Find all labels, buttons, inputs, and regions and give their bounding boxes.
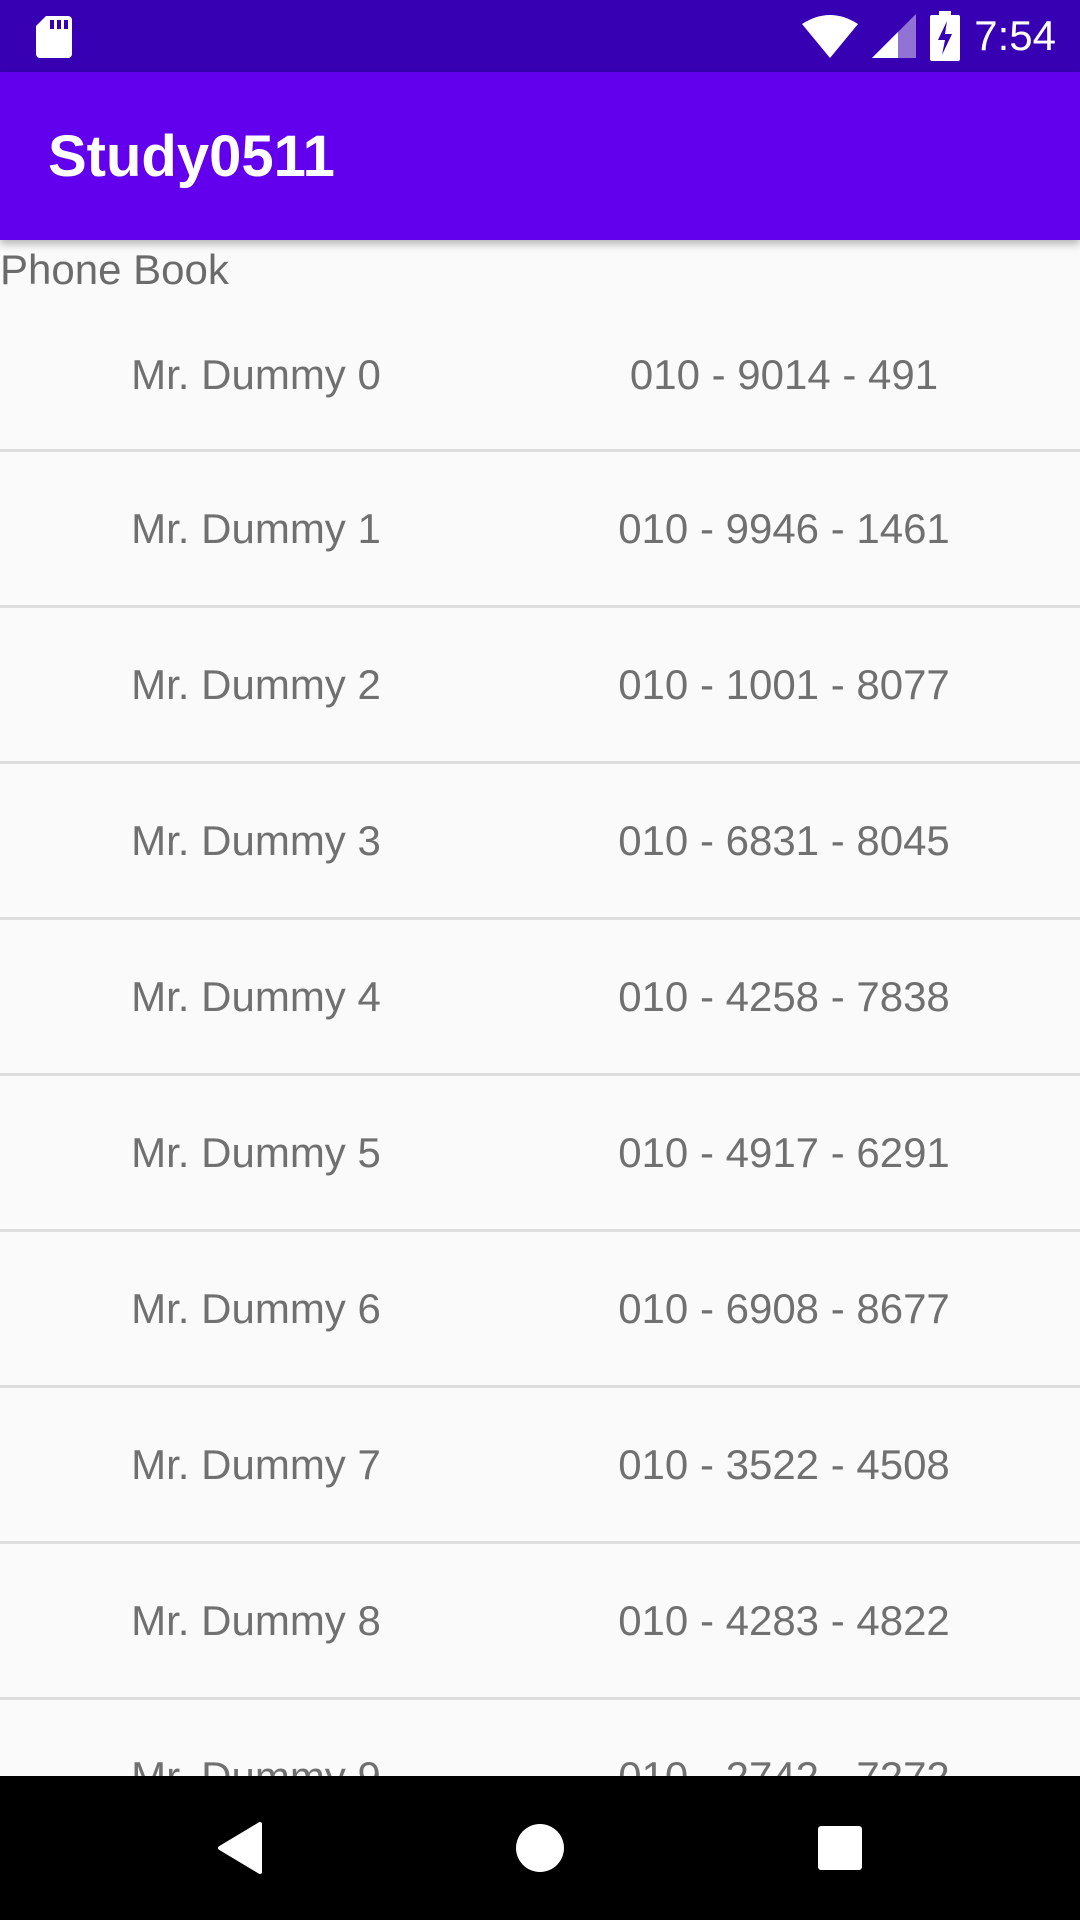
home-button[interactable] <box>468 1776 612 1920</box>
sd-card-icon <box>36 14 72 58</box>
back-icon <box>218 1822 262 1874</box>
home-icon <box>516 1824 564 1872</box>
contact-name: Mr. Dummy 3 <box>131 816 381 864</box>
contact-row[interactable]: Mr. Dummy 4 010 - 4258 - 7838 <box>0 920 1080 1076</box>
contact-phone: 010 - 1001 - 8077 <box>618 660 950 708</box>
contact-row[interactable]: Mr. Dummy 7 010 - 3522 - 4508 <box>0 1388 1080 1544</box>
status-bar: 7:54 <box>0 0 1080 72</box>
contact-phone: 010 - 6831 - 8045 <box>618 816 950 864</box>
app-title: Study0511 <box>48 123 335 189</box>
section-title: Phone Book <box>0 246 229 293</box>
recent-apps-icon <box>818 1826 862 1870</box>
contact-name: Mr. Dummy 2 <box>131 660 381 708</box>
contact-phone: 010 - 6908 - 8677 <box>618 1284 950 1332</box>
recent-apps-button[interactable] <box>768 1776 912 1920</box>
contact-name: Mr. Dummy 1 <box>131 504 381 552</box>
contact-phone: 010 - 3522 - 4508 <box>618 1440 950 1488</box>
cell-signal-icon <box>872 14 917 58</box>
contact-name: Mr. Dummy 7 <box>131 1440 381 1488</box>
status-time: 7:54 <box>974 12 1056 59</box>
contact-row[interactable]: Mr. Dummy 5 010 - 4917 - 6291 <box>0 1076 1080 1232</box>
contact-row[interactable]: Mr. Dummy 2 010 - 1001 - 8077 <box>0 608 1080 764</box>
contact-phone: 010 - 9946 - 1461 <box>618 504 950 552</box>
contact-row[interactable]: Mr. Dummy 0 010 - 9014 - 491 <box>0 300 1080 452</box>
contact-phone: 010 - 4258 - 7838 <box>618 972 950 1020</box>
contact-phone: 010 - 4917 - 6291 <box>618 1128 950 1176</box>
contact-name: Mr. Dummy 4 <box>131 972 381 1020</box>
contact-phone: 010 - 9014 - 491 <box>629 350 939 398</box>
contact-row[interactable]: Mr. Dummy 8 010 - 4283 - 4822 <box>0 1544 1080 1700</box>
back-button[interactable] <box>168 1776 312 1920</box>
contact-row[interactable]: Mr. Dummy 3 010 - 6831 - 8045 <box>0 764 1080 920</box>
contact-name: Mr. Dummy 6 <box>131 1284 381 1332</box>
contact-name: Mr. Dummy 5 <box>131 1128 381 1176</box>
contact-name: Mr. Dummy 9 <box>131 1752 381 1777</box>
contact-name: Mr. Dummy 8 <box>131 1596 381 1644</box>
contact-row[interactable]: Mr. Dummy 9 010 - 2742 - 7272 <box>0 1700 1080 1777</box>
contact-phone: 010 - 2742 - 7272 <box>618 1752 950 1777</box>
navigation-bar <box>0 1776 1080 1920</box>
wifi-icon <box>802 14 859 58</box>
contact-row[interactable]: Mr. Dummy 6 010 - 6908 - 8677 <box>0 1232 1080 1388</box>
app-bar: Study0511 <box>0 72 1080 240</box>
content-area: Phone Book Mr. Dummy 0 010 - 9014 - 491 … <box>0 240 1080 1776</box>
contact-name: Mr. Dummy 0 <box>131 350 381 398</box>
contact-phone: 010 - 4283 - 4822 <box>618 1596 950 1644</box>
battery-charging-icon <box>930 11 961 61</box>
contact-list[interactable]: Mr. Dummy 0 010 - 9014 - 491 Mr. Dummy 1… <box>0 300 1080 1776</box>
contact-row[interactable]: Mr. Dummy 1 010 - 9946 - 1461 <box>0 452 1080 608</box>
